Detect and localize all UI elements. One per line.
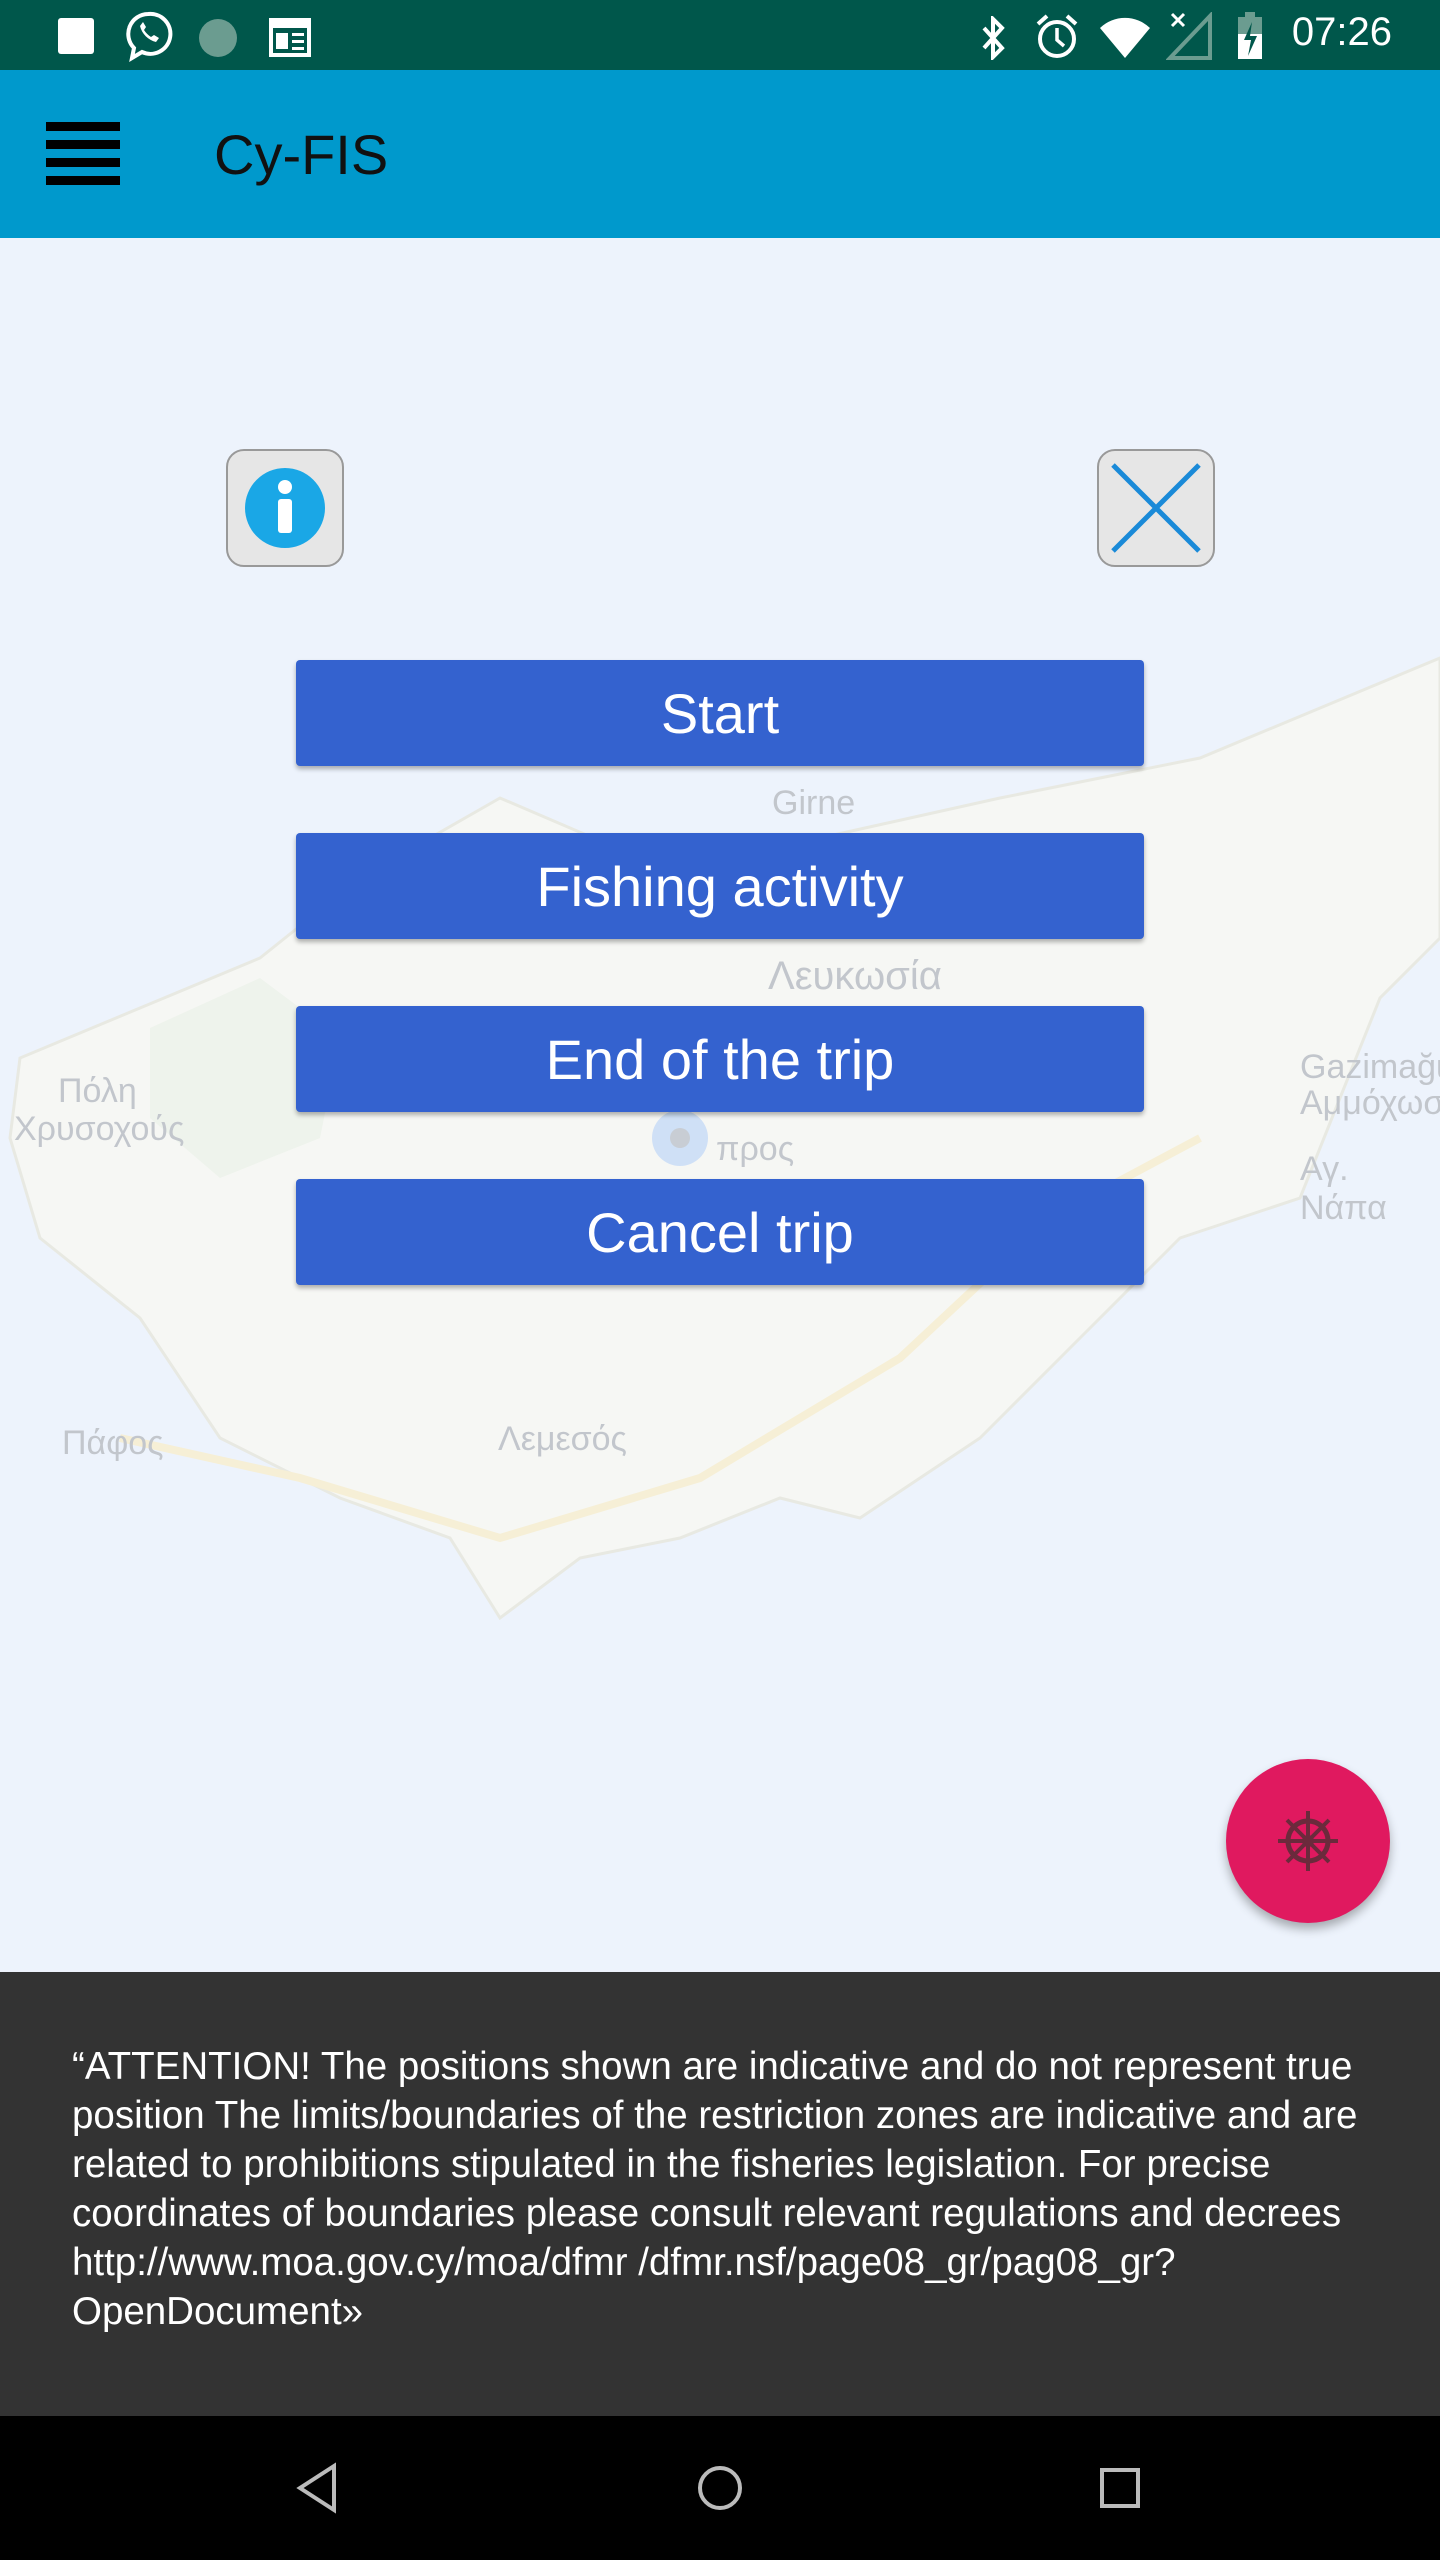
viber-icon bbox=[126, 11, 173, 62]
info-icon bbox=[245, 468, 325, 548]
map-label: Αγ. Νάπα bbox=[1300, 1150, 1387, 1227]
ship-wheel-fab[interactable] bbox=[1226, 1759, 1390, 1923]
start-button[interactable]: Start bbox=[296, 660, 1144, 766]
alarm-icon bbox=[1036, 14, 1078, 58]
close-icon bbox=[1111, 463, 1201, 553]
loading-icon bbox=[199, 19, 237, 57]
news-icon bbox=[269, 18, 311, 57]
disclaimer-panel: “ATTENTION! The positions shown are indi… bbox=[0, 1972, 1440, 2416]
hamburger-menu-button[interactable] bbox=[46, 122, 120, 186]
wifi-icon bbox=[1100, 17, 1150, 58]
clock: 07:26 bbox=[1291, 10, 1392, 54]
disclaimer-text: “ATTENTION! The positions shown are indi… bbox=[72, 2045, 1358, 2333]
map-label: προς bbox=[716, 1130, 795, 1168]
back-icon[interactable] bbox=[290, 2458, 350, 2518]
app-title: Cy-FIS bbox=[214, 123, 389, 186]
notification-square-icon bbox=[58, 18, 94, 54]
home-icon[interactable] bbox=[690, 2458, 750, 2518]
fishing-activity-button[interactable]: Fishing activity bbox=[296, 833, 1144, 939]
map-label: Πόλη bbox=[58, 1072, 137, 1110]
bluetooth-icon bbox=[982, 16, 1005, 60]
map-label: Λεμεσός bbox=[498, 1420, 627, 1458]
status-bar: 07:26 bbox=[0, 0, 1440, 70]
system-nav-bar bbox=[0, 2416, 1440, 2560]
app-toolbar: Cy-FIS bbox=[0, 70, 1440, 238]
end-of-trip-button[interactable]: End of the trip bbox=[296, 1006, 1144, 1112]
map-label: Χρυσοχούς bbox=[14, 1110, 185, 1148]
cancel-trip-button[interactable]: Cancel trip bbox=[296, 1179, 1144, 1285]
map-label: Πάφος bbox=[62, 1424, 164, 1462]
map-label: Girne bbox=[772, 784, 856, 822]
close-button[interactable] bbox=[1097, 449, 1215, 567]
recents-icon[interactable] bbox=[1090, 2458, 1150, 2518]
info-button[interactable] bbox=[226, 449, 344, 567]
map-label: Λευκωσία bbox=[768, 954, 942, 998]
map-label: Αμμόχωσ bbox=[1300, 1084, 1440, 1122]
no-signal-icon bbox=[1166, 12, 1212, 60]
map-label: Gazimağu bbox=[1300, 1048, 1440, 1086]
battery-charging-icon bbox=[1238, 12, 1262, 59]
ship-wheel-icon bbox=[1278, 1811, 1338, 1871]
